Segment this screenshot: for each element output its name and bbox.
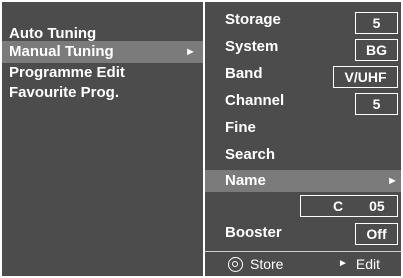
band-value-box[interactable]: V/UHF (333, 66, 398, 88)
menu-item-manual-tuning[interactable]: Manual Tuning ► (2, 41, 203, 63)
system-value: BG (366, 42, 387, 58)
system-value-box[interactable]: BG (355, 39, 398, 61)
band-value: V/UHF (344, 69, 387, 85)
edit-arrow-icon: ► (338, 258, 348, 269)
band-label: Band (225, 65, 263, 82)
channel-value-box[interactable]: 5 (355, 93, 398, 115)
storage-value-box[interactable]: 5 (355, 12, 398, 34)
booster-label: Booster (225, 224, 282, 241)
storage-value: 5 (372, 15, 381, 31)
booster-value-box[interactable]: Off (355, 223, 398, 245)
tv-menu-screen: Auto Tuning Manual Tuning ► Programme Ed… (0, 0, 403, 278)
menu-item-label: Programme Edit (9, 64, 125, 81)
store-label: Store (250, 256, 284, 272)
system-label: System (225, 38, 279, 55)
store-hint[interactable]: Store (228, 255, 283, 273)
booster-value: Off (366, 226, 387, 242)
menu-item-label: Auto Tuning (9, 25, 97, 42)
name-arrow-icon: ► (387, 175, 398, 187)
menu-item-favourite-prog[interactable]: Favourite Prog. (2, 82, 203, 104)
edit-label: Edit (355, 256, 381, 272)
store-icon (228, 256, 243, 272)
menu-item-label: Manual Tuning (9, 43, 114, 60)
manual-tuning-panel: Storage 5 System BG Band V/UHF Channel 5… (205, 2, 401, 276)
name-value-box[interactable]: C 05 (300, 195, 398, 217)
menu-item-label: Favourite Prog. (9, 84, 120, 101)
name-label: Name (225, 172, 266, 189)
menu-item-programme-edit[interactable]: Programme Edit (2, 62, 203, 84)
main-menu-panel: Auto Tuning Manual Tuning ► Programme Ed… (2, 2, 203, 276)
footer-bar: Store ► Edit (205, 252, 401, 276)
name-row[interactable]: Name ► (205, 170, 401, 192)
search-label[interactable]: Search (225, 146, 275, 163)
submenu-arrow-icon: ► (185, 46, 196, 58)
edit-hint[interactable]: ► Edit (338, 255, 380, 273)
storage-label: Storage (225, 11, 281, 28)
fine-label[interactable]: Fine (225, 119, 256, 136)
name-value-letter: C (333, 198, 344, 214)
name-value-number: 05 (369, 198, 385, 214)
channel-value: 5 (372, 96, 381, 112)
channel-label: Channel (225, 92, 285, 109)
